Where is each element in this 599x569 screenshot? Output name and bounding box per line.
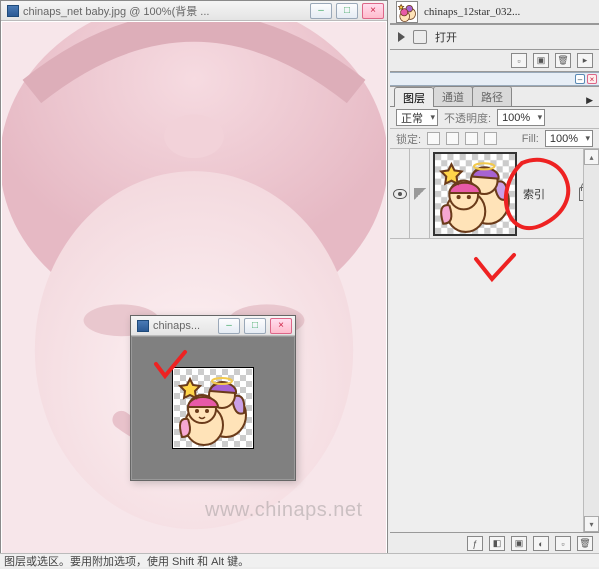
lock-pixels-icon[interactable] xyxy=(446,132,459,145)
active-layer-indicator[interactable] xyxy=(410,149,430,238)
delete-layer-icon[interactable]: 🗑 xyxy=(577,536,593,551)
titlebar-sub[interactable]: chinaps... – □ × xyxy=(131,316,295,336)
tab-layers[interactable]: 图层 xyxy=(394,87,434,107)
palette-header: – × xyxy=(390,72,599,86)
palette-tabs: 图层 通道 路径 ▶ xyxy=(390,87,599,107)
new-group-icon[interactable]: ▣ xyxy=(511,536,527,551)
palette-close[interactable]: × xyxy=(587,74,597,84)
status-bar: 图层或选区。要用附加选项，使用 Shift 和 Alt 键。 xyxy=(0,553,599,567)
scroll-up[interactable]: ▴ xyxy=(584,149,599,165)
tab-paths[interactable]: 路径 xyxy=(472,86,512,106)
trash-icon[interactable]: 🗑 xyxy=(555,53,571,68)
layer-thumbnail[interactable] xyxy=(433,152,517,236)
doc-title-sub: chinaps... xyxy=(153,320,214,332)
app-icon xyxy=(137,320,149,332)
lock-label: 锁定: xyxy=(396,131,421,147)
opacity-field[interactable]: 100% xyxy=(497,109,545,126)
palette-minimize[interactable]: – xyxy=(575,74,585,84)
layer-scrollbar[interactable]: ▴ ▾ xyxy=(583,149,599,532)
canvas-sub[interactable] xyxy=(132,337,294,479)
opacity-value: 100% xyxy=(502,112,530,124)
titlebar-main[interactable]: chinaps_net baby.jpg @ 100%(背景 ... – □ × xyxy=(1,1,387,21)
file-thumb[interactable] xyxy=(396,1,418,23)
new-doc-icon[interactable]: ▫ xyxy=(511,53,527,68)
palette-icon-strip: ▫ ▣ 🗑 ▸ xyxy=(390,50,599,72)
angels-image xyxy=(435,154,515,234)
menu-icon[interactable]: ▸ xyxy=(577,53,593,68)
maximize-button[interactable]: □ xyxy=(336,3,358,19)
document-window-sub[interactable]: chinaps... – □ × xyxy=(130,315,296,481)
doc-title-main: chinaps_net baby.jpg @ 100%(背景 ... xyxy=(23,3,306,19)
close-button[interactable]: × xyxy=(362,3,384,19)
close-button[interactable]: × xyxy=(270,318,292,334)
minimize-button[interactable]: – xyxy=(218,318,240,334)
blend-mode-value: 正常 xyxy=(401,110,423,126)
history-open-label[interactable]: 打开 xyxy=(435,29,457,45)
tab-channels[interactable]: 通道 xyxy=(433,86,473,106)
annotation-check xyxy=(470,249,520,289)
lock-all-icon[interactable] xyxy=(484,132,497,145)
layer-row[interactable]: 索引 xyxy=(390,149,599,239)
fill-value: 100% xyxy=(550,133,578,145)
visibility-toggle[interactable] xyxy=(390,149,410,238)
scroll-down[interactable]: ▾ xyxy=(584,516,599,532)
brush-icon xyxy=(414,188,426,200)
history-row: 打开 xyxy=(390,24,599,50)
palette-menu-icon[interactable]: ▶ xyxy=(586,95,593,106)
lock-position-icon[interactable] xyxy=(465,132,478,145)
layer-name[interactable]: 索引 xyxy=(523,186,545,202)
layer-style-icon[interactable]: ƒ xyxy=(467,536,483,551)
watermark: www.chinaps.net xyxy=(205,500,363,520)
palettes-column: chinaps_12star_032... 打开 ▫ ▣ 🗑 ▸ – × 图层 … xyxy=(390,0,599,555)
play-icon xyxy=(398,32,405,42)
layer-list: 索引 ▴ ▾ xyxy=(390,149,599,532)
file-tab-row: chinaps_12star_032... xyxy=(390,0,599,24)
adjustment-layer-icon[interactable]: ◐ xyxy=(533,536,549,551)
angels-image xyxy=(174,369,252,447)
file-name[interactable]: chinaps_12star_032... xyxy=(424,6,520,18)
scroll-track[interactable] xyxy=(584,165,599,516)
minimize-button[interactable]: – xyxy=(310,3,332,19)
maximize-button[interactable]: □ xyxy=(244,318,266,334)
status-text: 图层或选区。要用附加选项，使用 Shift 和 Alt 键。 xyxy=(4,553,249,569)
blend-mode-select[interactable]: 正常 xyxy=(396,109,438,126)
step-icon xyxy=(413,30,427,44)
eye-icon xyxy=(393,189,407,199)
folder-icon[interactable]: ▣ xyxy=(533,53,549,68)
lock-transparency-icon[interactable] xyxy=(427,132,440,145)
lock-row: 锁定: Fill: 100% xyxy=(390,129,599,149)
layer-mask-icon[interactable]: ◧ xyxy=(489,536,505,551)
image-frame xyxy=(172,367,254,449)
fill-field[interactable]: 100% xyxy=(545,130,593,147)
app-icon xyxy=(7,5,19,17)
opacity-label: 不透明度: xyxy=(444,110,491,126)
fill-label: Fill: xyxy=(522,133,539,145)
layers-palette: 图层 通道 路径 ▶ 正常 不透明度: 100% 锁定: Fill: 100% xyxy=(390,86,599,555)
blend-opacity-row: 正常 不透明度: 100% xyxy=(390,107,599,129)
new-layer-icon[interactable]: ▫ xyxy=(555,536,571,551)
layers-footer: ƒ ◧ ▣ ◐ ▫ 🗑 xyxy=(390,532,599,554)
